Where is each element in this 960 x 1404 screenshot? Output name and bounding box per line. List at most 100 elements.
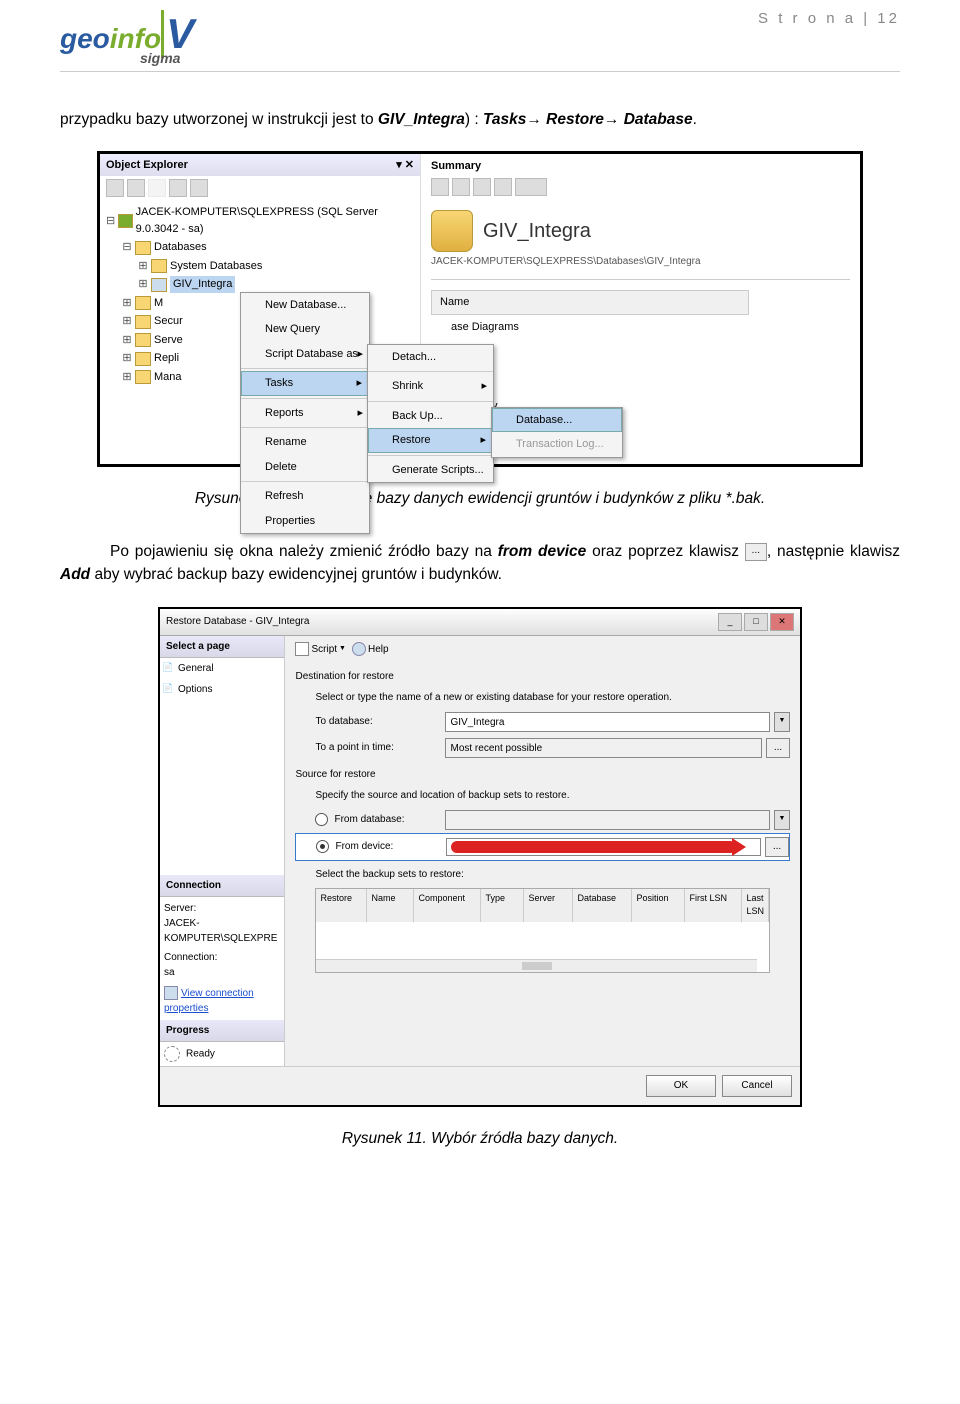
col-name[interactable]: Name — [367, 889, 414, 922]
page-options[interactable]: Options — [160, 679, 284, 700]
tree-giv-integra[interactable]: GIV_Integra — [170, 276, 235, 293]
select-sets-label: Select the backup sets to restore: — [295, 861, 790, 884]
db-icon — [151, 278, 167, 292]
source-desc: Specify the source and location of backu… — [295, 784, 790, 807]
menu-delete[interactable]: Delete — [241, 455, 369, 480]
maximize-button[interactable]: □ — [744, 613, 768, 631]
menu-restore-tlog[interactable]: Transaction Log... — [492, 432, 622, 457]
script-button[interactable]: Script ▼ — [295, 642, 346, 657]
menu-backup[interactable]: Back Up... — [368, 404, 493, 429]
tree-folder[interactable]: M — [154, 295, 163, 312]
minimize-button[interactable]: _ — [718, 613, 742, 631]
tree-databases[interactable]: Databases — [154, 239, 207, 256]
arrow-icon: → — [526, 111, 542, 128]
destination-section: Destination for restore — [295, 663, 790, 686]
menu-restore[interactable]: Restore▸ — [368, 428, 493, 453]
from-database-label: From database: — [334, 812, 404, 827]
menu-reports[interactable]: Reports▸ — [241, 401, 369, 426]
toolbar-icon[interactable] — [431, 178, 449, 196]
menu-shrink[interactable]: Shrink▸ — [368, 374, 493, 399]
restore-submenu: Database... Transaction Log... — [491, 407, 623, 458]
col-server[interactable]: Server — [524, 889, 573, 922]
col-component[interactable]: Component — [414, 889, 481, 922]
toolbar-icon[interactable] — [190, 179, 208, 197]
toolbar-icon[interactable] — [148, 179, 166, 197]
progress-header: Progress — [160, 1020, 284, 1042]
summary-toolbar[interactable] — [431, 178, 850, 204]
dropdown-icon[interactable]: ▼ — [774, 810, 790, 830]
summary-db-name: GIV_Integra — [483, 216, 591, 246]
menu-new-query[interactable]: New Query — [241, 317, 369, 342]
menu-restore-database[interactable]: Database... — [492, 408, 622, 433]
list-item[interactable]: ase Diagrams — [431, 315, 850, 340]
menu-new-database[interactable]: New Database... — [241, 293, 369, 318]
destination-desc: Select or type the name of a new or exis… — [295, 686, 790, 709]
toolbar-icon[interactable] — [106, 179, 124, 197]
oe-toolbar[interactable] — [100, 176, 420, 200]
toolbar-icon[interactable] — [473, 178, 491, 196]
backup-sets-grid[interactable]: Restore Name Component Type Server Datab… — [315, 888, 770, 973]
from-device-radio[interactable] — [316, 840, 329, 853]
figure-caption-11: Rysunek 11. Wybór źródła bazy danych. — [60, 1127, 900, 1150]
col-first-lsn[interactable]: First LSN — [685, 889, 742, 922]
tree-folder[interactable]: Mana — [154, 369, 182, 386]
folder-icon — [135, 370, 151, 384]
tree-folder[interactable]: Serve — [154, 332, 183, 349]
toolbar-icon[interactable] — [127, 179, 145, 197]
col-last-lsn[interactable]: Last LSN — [742, 889, 769, 922]
chevron-right-icon: ▸ — [357, 346, 363, 363]
ellipsis-button-icon: ... — [745, 543, 767, 561]
toolbar-icon[interactable] — [494, 178, 512, 196]
server-value: JACEK-KOMPUTER\SQLEXPRE — [164, 916, 280, 946]
menu-detach[interactable]: Detach... — [368, 345, 493, 370]
tree-system-db[interactable]: System Databases — [170, 258, 262, 275]
menu-rename[interactable]: Rename — [241, 430, 369, 455]
connection-value: sa — [164, 965, 280, 980]
chevron-down-icon: ▼ — [339, 644, 346, 655]
select-page-header: Select a page — [160, 636, 284, 658]
col-type[interactable]: Type — [481, 889, 524, 922]
dropdown-icon[interactable]: ▼ — [774, 712, 790, 732]
menu-refresh[interactable]: Refresh — [241, 484, 369, 509]
cancel-button[interactable]: Cancel — [722, 1075, 792, 1097]
chevron-right-icon: ▸ — [480, 432, 486, 449]
menu-generate-scripts[interactable]: Generate Scripts... — [368, 458, 493, 483]
server-label: Server: — [164, 901, 280, 916]
screenshot-ssms-context-menu: Object Explorer ▾ ✕ ⊟JACEK-KOMPUTER\SQLE… — [97, 151, 863, 467]
col-position[interactable]: Position — [632, 889, 685, 922]
col-database[interactable]: Database — [573, 889, 632, 922]
page-general[interactable]: General — [160, 658, 284, 679]
horizontal-scrollbar[interactable] — [316, 959, 757, 972]
device-browse-button[interactable]: ... — [765, 837, 789, 857]
chevron-right-icon: ▸ — [356, 375, 362, 392]
folder-icon — [135, 315, 151, 329]
ok-button[interactable]: OK — [646, 1075, 716, 1097]
from-device-field[interactable] — [446, 838, 761, 856]
to-database-field[interactable]: GIV_Integra — [445, 712, 770, 732]
menu-script-database[interactable]: Script Database as▸ — [241, 342, 369, 367]
help-icon — [352, 642, 366, 656]
col-restore[interactable]: Restore — [316, 889, 367, 922]
menu-tasks[interactable]: Tasks▸ — [241, 371, 369, 396]
tree-folder[interactable]: Repli — [154, 350, 179, 367]
close-button[interactable]: ✕ — [770, 613, 794, 631]
pane-controls[interactable]: ▾ ✕ — [396, 157, 414, 174]
tree-folder[interactable]: Secur — [154, 313, 183, 330]
source-section: Source for restore — [295, 761, 790, 784]
object-explorer-title: Object Explorer — [106, 157, 188, 174]
from-database-radio[interactable] — [315, 813, 328, 826]
logo: geoinfoV sigma — [60, 10, 194, 66]
name-column-header[interactable]: Name — [431, 290, 749, 315]
from-database-field[interactable] — [445, 810, 770, 830]
toolbar-icon[interactable] — [452, 178, 470, 196]
chevron-right-icon: ▸ — [357, 405, 363, 422]
point-browse-button[interactable]: ... — [766, 738, 790, 758]
tree-server[interactable]: JACEK-KOMPUTER\SQLEXPRESS (SQL Server 9.… — [136, 204, 414, 237]
menu-properties[interactable]: Properties — [241, 509, 369, 534]
progress-icon — [164, 1046, 180, 1062]
toolbar-icon[interactable] — [515, 178, 547, 196]
toolbar-icon[interactable] — [169, 179, 187, 197]
tasks-submenu: Detach... Shrink▸ Back Up... Restore▸ Ge… — [367, 344, 494, 484]
to-point-field[interactable]: Most recent possible — [445, 738, 762, 758]
help-button[interactable]: Help — [352, 642, 389, 657]
